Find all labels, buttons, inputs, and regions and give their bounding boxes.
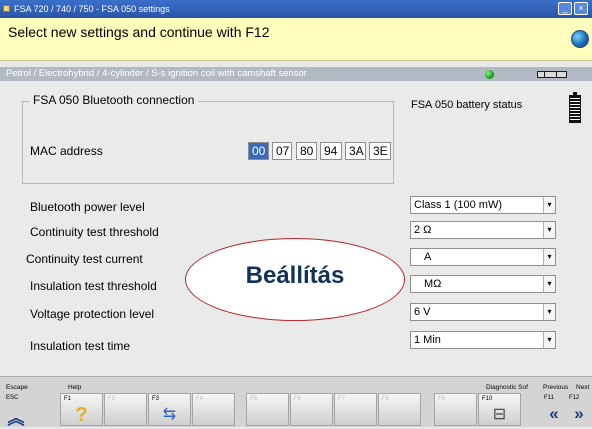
insulation-time-select[interactable]: 1 Min ▾ — [410, 331, 556, 349]
f9-key-name: F9 — [438, 396, 446, 402]
f6-key-name: F6 — [294, 396, 302, 402]
vehicle-info-bar: Petrol / Electrohybrid / 4-cylinder / S-… — [0, 67, 592, 81]
f5-key: F5 — [246, 393, 289, 426]
double-right-icon: » — [574, 404, 584, 423]
f8-key: F8 — [378, 393, 421, 426]
f9-key: F9 — [434, 393, 477, 426]
insulation-time-value: 1 Min — [414, 334, 441, 346]
help-label: Help — [68, 384, 82, 391]
setting-label-insulation-threshold: Insulation test threshold — [30, 279, 157, 293]
escape-key-name: ESC — [6, 395, 19, 401]
bluetooth-group-title: FSA 050 Bluetooth connection — [29, 93, 199, 107]
setting-label-bluetooth-power: Bluetooth power level — [30, 200, 145, 214]
dropdown-arrow-icon[interactable]: ▾ — [543, 222, 555, 238]
escape-key[interactable]: ESC ︽ — [5, 393, 27, 428]
setting-label-continuity-current: Continuity test current — [26, 252, 143, 266]
app-icon — [3, 5, 10, 12]
f7-key-name: F7 — [338, 396, 346, 402]
mac-address-label: MAC address — [30, 144, 103, 158]
voltage-protection-select[interactable]: 6 V ▾ — [410, 303, 556, 321]
f4-key: F4 — [192, 393, 235, 426]
vehicle-description: Petrol / Electrohybrid / 4-cylinder / S-… — [6, 68, 307, 79]
battery-status-label: FSA 050 battery status — [411, 99, 523, 111]
continuity-threshold-value: 2 Ω — [414, 224, 432, 236]
help-question-icon: ? — [75, 404, 88, 426]
function-key-bar: Escape Help Diagnostic Sof Previous Next… — [0, 376, 592, 428]
mac-byte-5[interactable]: 3A — [345, 142, 366, 160]
overlay-callout: Beállítás — [185, 238, 405, 321]
battery-icon — [569, 92, 581, 123]
minimize-button[interactable]: _ — [558, 2, 572, 15]
f2-key: F2 — [104, 393, 147, 426]
instruction-panel: Select new settings and continue with F1… — [0, 18, 592, 61]
next-label: Next — [576, 384, 590, 391]
double-left-icon: « — [549, 404, 559, 423]
status-led-icon — [485, 70, 494, 79]
f5-key-name: F5 — [250, 396, 258, 402]
dropdown-arrow-icon[interactable]: ▾ — [543, 304, 555, 320]
voltage-protection-value: 6 V — [414, 306, 431, 318]
escape-label: Escape — [6, 384, 28, 391]
mac-byte-1[interactable]: 00 — [248, 142, 269, 160]
previous-key-name: F11 — [544, 395, 554, 401]
previous-key[interactable]: F11 « — [543, 393, 565, 426]
dropdown-arrow-icon[interactable]: ▾ — [543, 276, 555, 292]
continuity-current-select[interactable]: A ▾ — [410, 248, 556, 266]
setting-label-insulation-time: Insulation test time — [30, 339, 131, 353]
f3-key-name: F3 — [152, 396, 160, 402]
close-button[interactable]: × — [574, 2, 588, 15]
bluetooth-power-value: Class 1 (100 mW) — [414, 199, 503, 211]
diag-key-name: F10 — [482, 396, 493, 402]
dropdown-arrow-icon[interactable]: ▾ — [543, 249, 555, 265]
mac-byte-3[interactable]: 80 — [296, 142, 317, 160]
mac-byte-4[interactable]: 94 — [320, 142, 342, 160]
next-key[interactable]: F12 » — [568, 393, 590, 426]
f7-key: F7 — [334, 393, 377, 426]
window-titlebar: FSA 720 / 740 / 750 - FSA 050 settings _… — [0, 0, 592, 18]
bluetooth-connect-icon: ⇆ — [162, 406, 177, 423]
help-key[interactable]: F1 ? — [60, 393, 103, 426]
continuity-threshold-select[interactable]: 2 Ω ▾ — [410, 221, 556, 239]
settings-panel: FSA 050 Bluetooth connection MAC address… — [0, 81, 592, 376]
continuity-current-value: A — [424, 251, 432, 263]
up-chevron-icon: ︽ — [7, 409, 25, 428]
setting-label-continuity-threshold: Continuity test threshold — [30, 225, 159, 239]
diagnostic-label: Diagnostic Sof — [486, 384, 528, 391]
globe-icon[interactable] — [571, 30, 589, 48]
next-key-name: F12 — [569, 395, 580, 401]
f2-key-name: F2 — [108, 396, 116, 402]
window-title: FSA 720 / 740 / 750 - FSA 050 settings — [14, 4, 170, 14]
mac-byte-2[interactable]: 07 — [272, 142, 292, 160]
f8-key-name: F8 — [382, 396, 390, 402]
setting-label-voltage-protection: Voltage protection level — [30, 307, 155, 321]
f4-key-name: F4 — [196, 396, 204, 402]
previous-label: Previous — [543, 384, 569, 391]
bluetooth-power-select[interactable]: Class 1 (100 mW) ▾ — [410, 196, 556, 214]
insulation-threshold-value: MΩ — [424, 278, 442, 290]
connector-icon — [537, 71, 567, 78]
f6-key: F6 — [290, 393, 333, 426]
diagnostic-software-icon: ⊟ — [492, 406, 507, 423]
dropdown-arrow-icon[interactable]: ▾ — [543, 332, 555, 348]
dropdown-arrow-icon[interactable]: ▾ — [543, 197, 555, 213]
overlay-title: Beállítás — [245, 262, 345, 289]
insulation-threshold-select[interactable]: MΩ ▾ — [410, 275, 556, 293]
instruction-text: Select new settings and continue with F1… — [8, 24, 270, 40]
mac-byte-6[interactable]: 3E — [369, 142, 391, 160]
diagnostic-software-key[interactable]: F10 ⊟ — [478, 393, 521, 426]
f3-key[interactable]: F3 ⇆ — [148, 393, 191, 426]
help-key-name: F1 — [64, 396, 72, 402]
